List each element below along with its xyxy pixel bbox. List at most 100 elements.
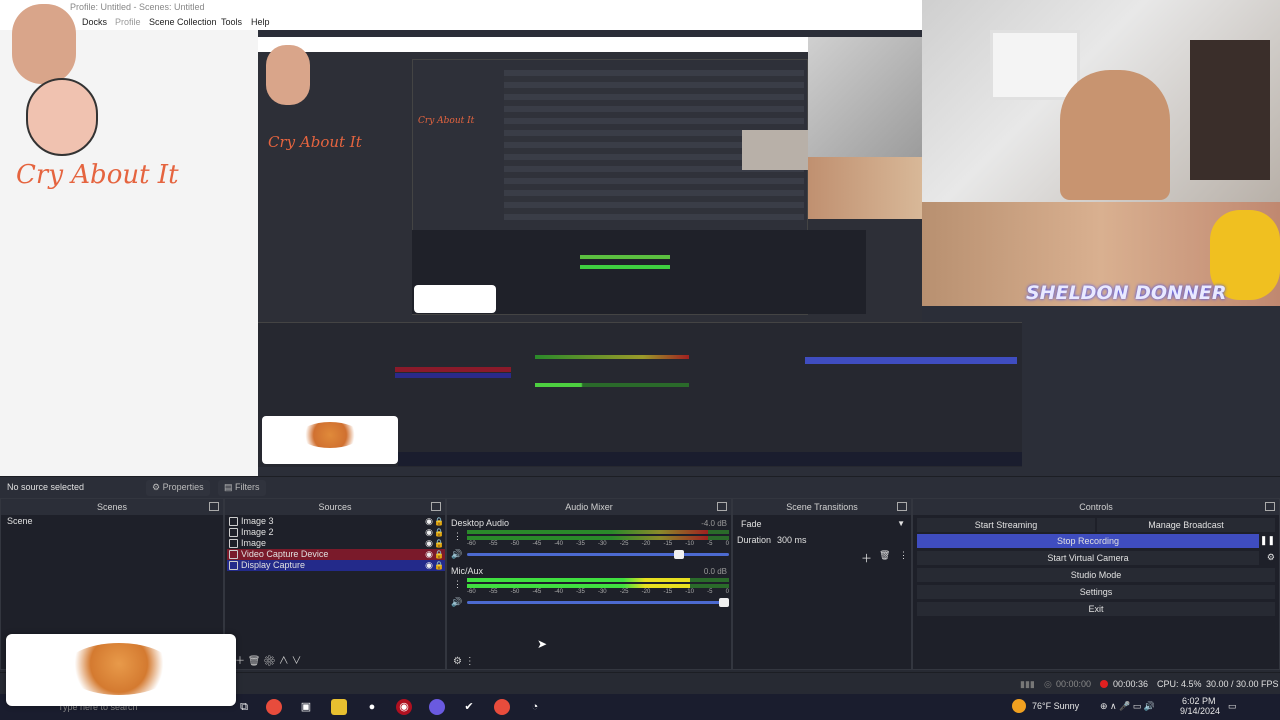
virtual-camera-button[interactable]: Start Virtual Camera — [917, 551, 1259, 565]
kebab-icon[interactable]: ⋮ — [465, 656, 475, 667]
monitor-icon — [229, 561, 238, 570]
menu-docks[interactable]: Docks — [82, 17, 107, 27]
app-icon-2[interactable]: ◔ — [527, 699, 543, 715]
chrome-icon-2[interactable] — [494, 699, 510, 715]
eye-icon[interactable]: ◉ — [425, 549, 433, 560]
desktop-fader[interactable] — [467, 550, 729, 559]
steam-icon[interactable]: ✔ — [461, 699, 477, 715]
db-tick: -5 — [707, 541, 713, 547]
duration-input[interactable]: 300 ms — [777, 535, 807, 545]
eye-icon[interactable]: ◉ — [425, 560, 433, 571]
audio-mixer-dock: Audio Mixer Desktop Audio -4.0 dB ⋮ -60 -… — [446, 498, 732, 670]
menu-scene-collection[interactable]: Scene Collection — [149, 17, 217, 27]
clock-time[interactable]: 6:02 PM — [1182, 696, 1216, 706]
chevron-down-icon[interactable]: ▼ — [897, 519, 905, 528]
transitions-title: Scene Transitions — [733, 499, 911, 515]
obs-icon[interactable]: ◉ — [396, 699, 412, 715]
meter-track — [467, 536, 729, 540]
nested-caption-small: Cry About It — [418, 116, 475, 126]
eye-icon[interactable]: ◉ — [425, 527, 433, 538]
fader-knob[interactable] — [674, 550, 684, 559]
pause-icon[interactable]: ❚❚ — [1260, 535, 1275, 546]
fader-knob[interactable] — [719, 598, 729, 607]
tray-icons[interactable]: ⊕ ∧ 🎤 ▭ 🔊 — [1100, 701, 1155, 712]
window-image — [990, 30, 1080, 100]
speaker-icon[interactable]: 🔊 — [451, 597, 462, 608]
exit-button[interactable]: Exit — [917, 602, 1275, 616]
source-row[interactable]: Image ◉ 🔒 — [227, 538, 445, 549]
mic-fader[interactable] — [467, 598, 729, 607]
add-icon[interactable]: ＋ — [861, 550, 872, 566]
remove-icon[interactable]: 🗑 — [248, 656, 261, 667]
discord-icon[interactable] — [429, 699, 445, 715]
db-tick: -15 — [663, 541, 673, 547]
kebab-icon[interactable]: ⋮ — [899, 550, 908, 561]
gear-icon[interactable]: ⚙ — [263, 656, 276, 667]
move-down-icon[interactable]: ∨ — [292, 656, 302, 667]
lock-icon[interactable]: 🔒 — [434, 527, 444, 538]
desktop-meter — [467, 536, 709, 540]
add-icon[interactable]: ＋ — [235, 656, 245, 667]
cpu-usage: CPU: 4.5% — [1157, 679, 1202, 689]
stream-icon: ◎ — [1044, 679, 1052, 689]
chrome-icon[interactable] — [266, 699, 282, 715]
scene-transitions-dock: Scene Transitions Fade ▼ Duration 300 ms… — [732, 498, 912, 670]
folder-icon[interactable] — [331, 699, 347, 715]
transition-select[interactable]: Fade — [741, 519, 762, 529]
source-row-selected-blue[interactable]: Display Capture ◉ 🔒 — [227, 560, 445, 571]
lock-icon[interactable]: 🔒 — [434, 538, 444, 549]
stop-recording-button[interactable]: Stop Recording — [917, 534, 1259, 548]
task-view-icon[interactable]: ⧉ — [236, 699, 252, 715]
signal-icon: ▮▮▮ — [1020, 679, 1035, 689]
source-row[interactable]: Image 2 ◉ 🔒 — [227, 527, 445, 538]
no-source-label: No source selected — [7, 482, 85, 492]
move-up-icon[interactable]: ∧ — [279, 656, 289, 667]
app-icon[interactable]: ● — [364, 699, 380, 715]
menu-tools[interactable]: Tools — [221, 17, 242, 27]
channel-name: Mic/Aux — [451, 566, 484, 576]
menu-help[interactable]: Help — [251, 17, 270, 27]
dock-float-icon[interactable] — [431, 502, 441, 511]
settings-button[interactable]: Settings — [917, 585, 1275, 599]
lock-icon[interactable]: 🔒 — [434, 549, 444, 560]
dock-float-icon[interactable] — [717, 502, 727, 511]
menu-profile[interactable]: Profile — [115, 17, 141, 27]
clock-date[interactable]: 9/14/2024 — [1180, 706, 1220, 716]
db-tick: -40 — [554, 589, 563, 595]
gear-icon[interactable]: ⚙ — [1267, 552, 1275, 563]
nested-mic-meter — [535, 383, 689, 387]
nested-caption: Cry About It — [268, 133, 362, 151]
eye-icon[interactable]: ◉ — [425, 516, 433, 527]
db-tick: -45 — [532, 541, 542, 547]
streamer-face — [1060, 70, 1170, 200]
mouse-cursor-icon: ➤ — [537, 637, 548, 651]
eye-icon[interactable]: ◉ — [425, 538, 433, 549]
kebab-icon[interactable]: ⋮ — [453, 531, 462, 542]
properties-button[interactable]: ⚙ Properties — [146, 480, 210, 496]
remove-icon[interactable]: 🗑 — [879, 550, 890, 561]
db-tick: -10 — [685, 589, 694, 595]
controls-dock: Controls Start Streaming Manage Broadcas… — [912, 498, 1280, 670]
gear-icon[interactable]: ⚙ — [453, 656, 462, 667]
speaker-icon[interactable]: 🔊 — [451, 549, 462, 560]
db-tick: -20 — [641, 589, 651, 595]
filters-button[interactable]: ▤ Filters — [218, 480, 266, 496]
source-row[interactable]: Image 3 ◉ 🔒 — [227, 516, 445, 527]
dock-float-icon[interactable] — [897, 502, 907, 511]
lock-icon[interactable]: 🔒 — [434, 560, 444, 571]
studio-mode-button[interactable]: Studio Mode — [917, 568, 1275, 582]
manage-broadcast-button[interactable]: Manage Broadcast — [1097, 518, 1275, 532]
nested-meter — [580, 255, 670, 259]
dock-float-icon[interactable] — [1265, 502, 1275, 511]
notifications-icon[interactable]: ▭ — [1228, 701, 1237, 712]
dock-float-icon[interactable] — [209, 502, 219, 511]
db-tick: -45 — [532, 589, 542, 595]
kebab-icon[interactable]: ⋮ — [453, 579, 462, 590]
lock-icon[interactable]: 🔒 — [434, 516, 444, 527]
channel-db: -4.0 dB — [701, 519, 727, 528]
source-row-selected-red[interactable]: Video Capture Device ◉ 🔒 — [227, 549, 445, 560]
weather-text: 76°F Sunny — [1032, 701, 1080, 711]
store-icon[interactable]: ▣ — [298, 699, 314, 715]
start-streaming-button[interactable]: Start Streaming — [917, 518, 1095, 532]
scene-item[interactable]: Scene — [1, 516, 223, 528]
